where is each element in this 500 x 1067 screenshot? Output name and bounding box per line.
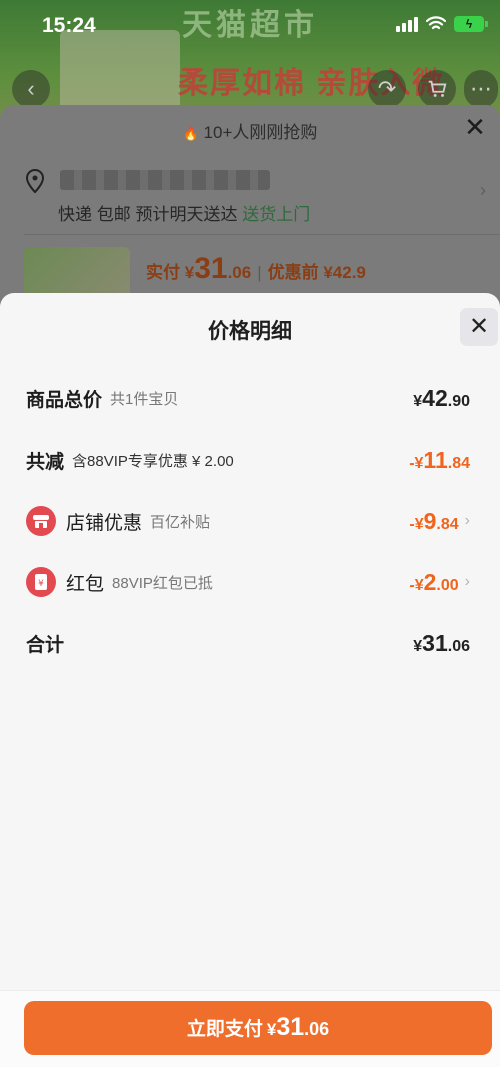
chevron-right-icon: ›: [464, 573, 470, 590]
row-total-discount: 共减 含88VIP专享优惠 ¥ 2.00 -¥ 11.84: [26, 440, 470, 480]
row-label: 店铺优惠: [66, 512, 143, 534]
sheet-title: 价格明细: [208, 320, 292, 343]
divider: [24, 234, 500, 235]
pay-bar: 立即支付 ¥31.06: [0, 990, 500, 1067]
store-icon: [26, 506, 56, 536]
row-total: 合计 ¥31.06: [26, 623, 470, 663]
chevron-right-icon: ›: [464, 512, 470, 529]
row-amount: -¥ 2.00: [409, 568, 459, 595]
row-subtotal: 商品总价 共1件宝贝 ¥42.90: [26, 378, 470, 418]
location-pin-icon: [25, 168, 45, 194]
shipping-info: 快递 包邮 预计明天送达 送货上门: [58, 205, 311, 224]
hot-purchase-text: 🔥 10+人刚刚抢购: [182, 123, 318, 142]
row-label: 商品总价: [26, 389, 103, 411]
row-sub: 百亿补贴: [150, 513, 211, 531]
row-sub: 共1件宝贝: [110, 390, 179, 408]
row-amount: ¥31.06: [413, 629, 470, 656]
row-label: 红包: [66, 573, 105, 595]
back-icon[interactable]: ‹: [12, 70, 50, 108]
row-sub: 含88VIP专享优惠 ¥ 2.00: [72, 452, 234, 470]
order-sheet-close-icon[interactable]: ✕: [460, 112, 490, 142]
row-label: 共减: [26, 451, 65, 473]
fire-icon: 🔥: [182, 126, 199, 141]
row-amount: -¥ 9.84: [409, 507, 459, 534]
battery-charging-icon: ϟ: [454, 16, 488, 32]
row-store-discount[interactable]: 店铺优惠 百亿补贴 -¥ 9.84 ›: [26, 501, 470, 541]
more-icon[interactable]: ⋯: [464, 70, 498, 108]
row-amount: ¥42.90: [413, 384, 470, 411]
address-chevron-icon[interactable]: ›: [480, 180, 486, 201]
address-blurred[interactable]: [60, 170, 270, 190]
row-red-packet[interactable]: ¥ 红包 88VIP红包已抵 -¥ 2.00 ›: [26, 562, 470, 602]
signal-icon: [396, 16, 418, 32]
row-label: 合计: [26, 634, 65, 656]
status-bar: 15:24 ϟ: [0, 0, 500, 52]
wifi-icon: [426, 16, 446, 30]
close-button[interactable]: ✕: [460, 308, 498, 346]
product-price: 实付 ¥31.06 | 优惠前 ¥42.9: [146, 252, 366, 285]
row-sub: 88VIP红包已抵: [112, 574, 213, 592]
share-icon[interactable]: ↷: [368, 70, 406, 108]
svg-text:¥: ¥: [38, 579, 44, 589]
price-detail-sheet: 价格明细 ✕ 商品总价 共1件宝贝 ¥42.90 共减 含88VIP专享优惠 ¥…: [0, 293, 500, 1067]
pay-now-button[interactable]: 立即支付 ¥31.06: [24, 1001, 492, 1055]
row-amount: -¥ 11.84: [409, 446, 470, 473]
cart-icon[interactable]: [418, 70, 456, 108]
red-packet-icon: ¥: [26, 567, 56, 597]
status-time: 15:24: [42, 14, 96, 37]
